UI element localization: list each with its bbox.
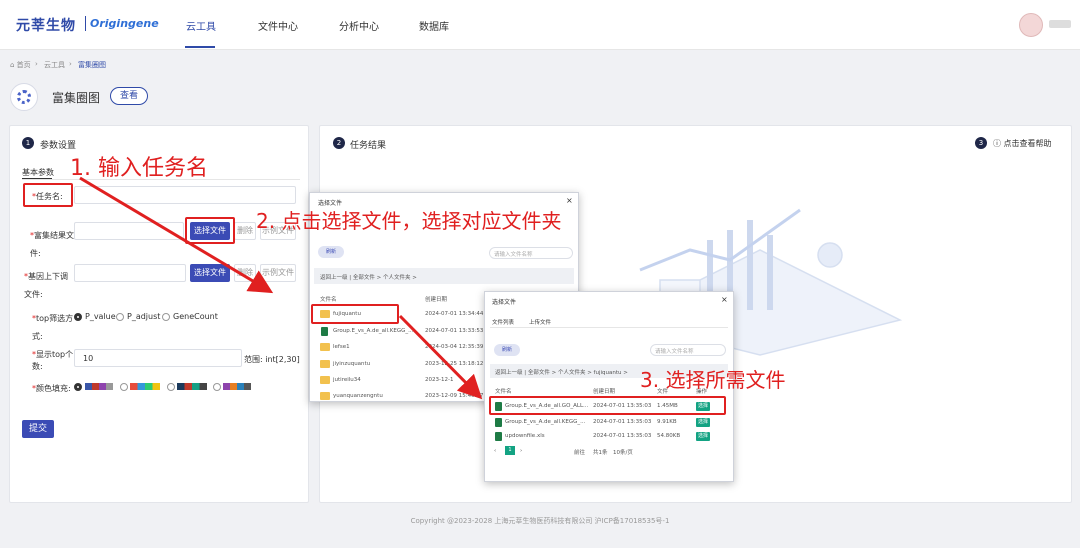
arrow-step2 (398, 314, 483, 400)
annotation-step3: 3. 选择所需文件 (640, 368, 786, 392)
footer-copyright: Copyright @2023-2028 上海元莘生物医药科技有限公司 沪ICP… (410, 517, 670, 525)
annotation-step2: 2. 点击选择文件，选择对应文件夹 (256, 209, 562, 233)
arrow-step1 (79, 176, 274, 294)
annotation-arrows (79, 176, 483, 400)
annotation-step1: 1. 输入任务名 (70, 156, 208, 181)
